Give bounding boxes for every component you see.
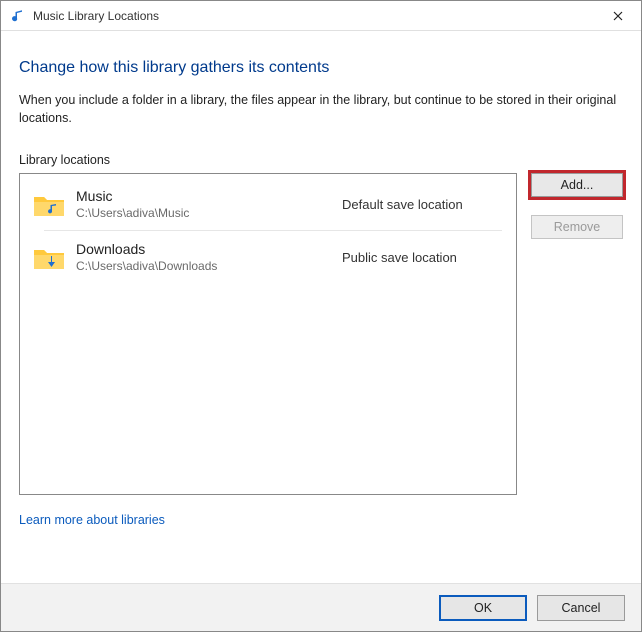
dialog-content: Change how this library gathers its cont… (1, 31, 641, 527)
window-title: Music Library Locations (33, 9, 159, 23)
folder-music-icon (32, 189, 66, 219)
dialog-footer: OK Cancel (1, 583, 641, 631)
ok-button-label: OK (474, 601, 492, 615)
location-name: Downloads (76, 241, 332, 257)
location-tag: Public save location (342, 250, 502, 265)
location-path: C:\Users\adiva\Downloads (76, 259, 332, 273)
location-path: C:\Users\adiva\Music (76, 206, 332, 220)
add-button-label: Add... (561, 178, 594, 192)
close-button[interactable] (595, 1, 641, 31)
remove-button-label: Remove (554, 220, 601, 234)
music-note-icon (9, 7, 27, 25)
location-tag: Default save location (342, 197, 502, 212)
page-description: When you include a folder in a library, … (19, 91, 619, 127)
cancel-button[interactable]: Cancel (537, 595, 625, 621)
learn-more-link[interactable]: Learn more about libraries (19, 513, 165, 527)
location-name: Music (76, 188, 332, 204)
ok-button[interactable]: OK (439, 595, 527, 621)
list-item[interactable]: Downloads C:\Users\adiva\Downloads Publi… (20, 231, 516, 283)
add-button[interactable]: Add... (531, 173, 623, 197)
list-item[interactable]: Music C:\Users\adiva\Music Default save … (20, 178, 516, 230)
library-locations-list[interactable]: Music C:\Users\adiva\Music Default save … (19, 173, 517, 495)
page-heading: Change how this library gathers its cont… (19, 59, 623, 77)
cancel-button-label: Cancel (562, 601, 601, 615)
titlebar: Music Library Locations (1, 1, 641, 31)
library-locations-label: Library locations (19, 153, 623, 167)
remove-button: Remove (531, 215, 623, 239)
folder-downloads-icon (32, 242, 66, 272)
